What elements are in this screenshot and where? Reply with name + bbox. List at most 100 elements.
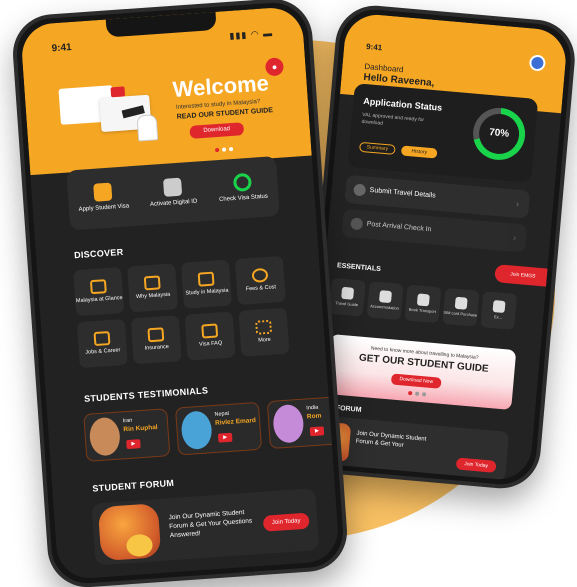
sim-card-icon: [454, 297, 468, 311]
student-guide-banner[interactable]: Need to know more about travelling to Ma…: [325, 334, 517, 410]
testimonial-name: Rin Kuphal: [123, 423, 158, 434]
status-note: VAL approved and ready for download: [361, 111, 425, 127]
history-button[interactable]: History: [400, 145, 438, 159]
discover-label: Insurance: [144, 344, 170, 352]
discover-more[interactable]: More: [238, 307, 290, 357]
youtube-play-icon[interactable]: [126, 439, 141, 450]
row-label: Submit Travel Details: [369, 186, 436, 200]
discover-label: Jobs & Career: [85, 347, 121, 356]
briefcase-icon: [93, 331, 111, 347]
study-illustration: [58, 75, 173, 153]
discover-visa-faq[interactable]: Visa FAQ: [184, 311, 236, 361]
front-phone: 9:41 ▮▮▮ ◠ ▬ ● Welcome Interested to stu…: [10, 0, 350, 587]
testimonial-name: Rom: [306, 412, 322, 421]
essential-label: Accommodation: [370, 303, 400, 312]
avatar: [180, 410, 213, 451]
summary-button[interactable]: Summary: [359, 141, 396, 155]
testimonial-name: Rivlez Emard: [214, 417, 257, 427]
essential-label: Travel Guide: [335, 300, 359, 308]
essential-label: Book Transport: [408, 307, 437, 315]
plane-icon: [353, 183, 367, 197]
progress-ring-icon: 70%: [470, 105, 528, 163]
row-label: Post Arrival Check In: [366, 220, 432, 234]
essential-label: SIM card Purchase: [443, 310, 478, 318]
testimonial-card[interactable]: India Rom: [266, 395, 341, 450]
book-icon: [197, 271, 215, 287]
chevron-right-icon: ›: [512, 232, 517, 243]
youtube-play-icon[interactable]: [217, 432, 233, 443]
discover-fees[interactable]: Fees & Cost: [234, 255, 286, 305]
check-visa-action[interactable]: Check Visa Status: [206, 156, 280, 221]
status-time: 9:41: [51, 41, 73, 55]
join-today-button[interactable]: Join Today: [455, 457, 497, 473]
carousel-dots[interactable]: [407, 390, 427, 397]
globe-icon: [89, 279, 107, 295]
forum-card[interactable]: Join Our Dynamic Student Forum & Get You…: [91, 488, 320, 566]
discover-jobs[interactable]: Jobs & Career: [76, 318, 128, 369]
action-label: Activate Digital ID: [149, 198, 198, 209]
testimonial-country: Nepal: [214, 410, 230, 418]
essential-label: Ex...: [493, 314, 503, 321]
shield-icon: [350, 217, 364, 231]
essentials-list: Travel Guide Accommodation Book Transpor…: [328, 277, 518, 330]
student-figure: [136, 114, 159, 142]
discover-heading: DISCOVER: [73, 246, 124, 261]
grid-icon: [255, 319, 273, 335]
essential-more[interactable]: Ex...: [480, 291, 518, 330]
back-phone: 9:41 Dashboard Hello Raveena, Applicatio…: [297, 2, 577, 492]
action-label: Check Visa Status: [218, 194, 269, 204]
forum-heading: STUDENT FORUM: [92, 477, 175, 494]
discover-label: Malaysia at Glance: [75, 295, 123, 305]
discover-label: Visa FAQ: [198, 340, 223, 348]
essential-book-transport[interactable]: Book Transport: [404, 284, 442, 324]
train-icon: [416, 293, 430, 307]
discover-grid: Malaysia at Glance Why Malaysia Study in…: [73, 255, 290, 369]
action-label: Apply Student Visa: [78, 203, 130, 214]
discover-insurance[interactable]: Insurance: [130, 315, 182, 365]
play-icon: [110, 86, 126, 98]
testimonial-card[interactable]: Nepal Rivlez Emard: [174, 401, 263, 456]
avatar: [272, 403, 305, 444]
testimonials-heading: STUDENTS TESTIMONIALS: [83, 385, 209, 404]
discover-study[interactable]: Study in Malaysia: [180, 259, 232, 309]
document-icon: [492, 300, 506, 314]
avatar: [88, 416, 122, 457]
showcase: 9:41 Dashboard Hello Raveena, Applicatio…: [0, 0, 577, 587]
discover-label: Study in Malaysia: [185, 287, 229, 297]
discover-label: Why Malaysia: [135, 291, 171, 301]
forum-card[interactable]: Join Our Dynamic Student Forum & Get You…: [319, 415, 510, 482]
discover-malaysia-glance[interactable]: Malaysia at Glance: [73, 267, 125, 317]
chevron-right-icon: ›: [515, 198, 520, 209]
application-status-card[interactable]: Application Status VAL approved and read…: [347, 83, 539, 183]
join-emgs-button[interactable]: Join EMGS: [494, 264, 552, 287]
passport-icon: [93, 182, 113, 203]
back-screen: 9:41 Dashboard Hello Raveena, Applicatio…: [307, 12, 569, 482]
status-time: 9:41: [365, 41, 383, 53]
essential-accommodation[interactable]: Accommodation: [366, 281, 404, 321]
clipboard-icon: [201, 323, 219, 339]
discover-why-malaysia[interactable]: Why Malaysia: [127, 263, 179, 313]
chat-icon: [143, 275, 161, 291]
testimonials-carousel[interactable]: Iran Rin Kuphal Nepal Rivlez Emard India…: [83, 395, 341, 464]
forum-text: Join Our Dynamic Student Forum & Get You…: [168, 509, 253, 539]
essentials-heading: ESSENTIALS: [336, 262, 382, 274]
download-now-button[interactable]: Download Now: [390, 373, 442, 389]
testimonial-country: India: [306, 404, 319, 412]
progress-ring-icon: [232, 173, 253, 193]
forum-text: Join Our Dynamic Student Forum & Get You…: [355, 430, 427, 449]
join-today-button[interactable]: Join Today: [262, 512, 310, 532]
youtube-play-icon[interactable]: [309, 426, 325, 437]
apply-visa-action[interactable]: Apply Student Visa: [66, 166, 140, 231]
status-percent: 70%: [477, 112, 521, 156]
front-screen: 9:41 ▮▮▮ ◠ ▬ ● Welcome Interested to stu…: [19, 5, 341, 581]
discover-label: Fees & Cost: [245, 284, 277, 293]
qr-icon: [163, 178, 183, 198]
activate-id-action[interactable]: Activate Digital ID: [136, 161, 210, 226]
testimonial-country: Iran: [122, 417, 133, 425]
coin-icon: [251, 268, 269, 284]
status-title: Application Status: [363, 95, 443, 113]
house-icon: [378, 290, 392, 304]
testimonial-card[interactable]: Iran Rin Kuphal: [83, 408, 171, 462]
essential-travel-guide[interactable]: Travel Guide: [328, 277, 366, 317]
essential-sim-card[interactable]: SIM card Purchase: [442, 287, 480, 327]
